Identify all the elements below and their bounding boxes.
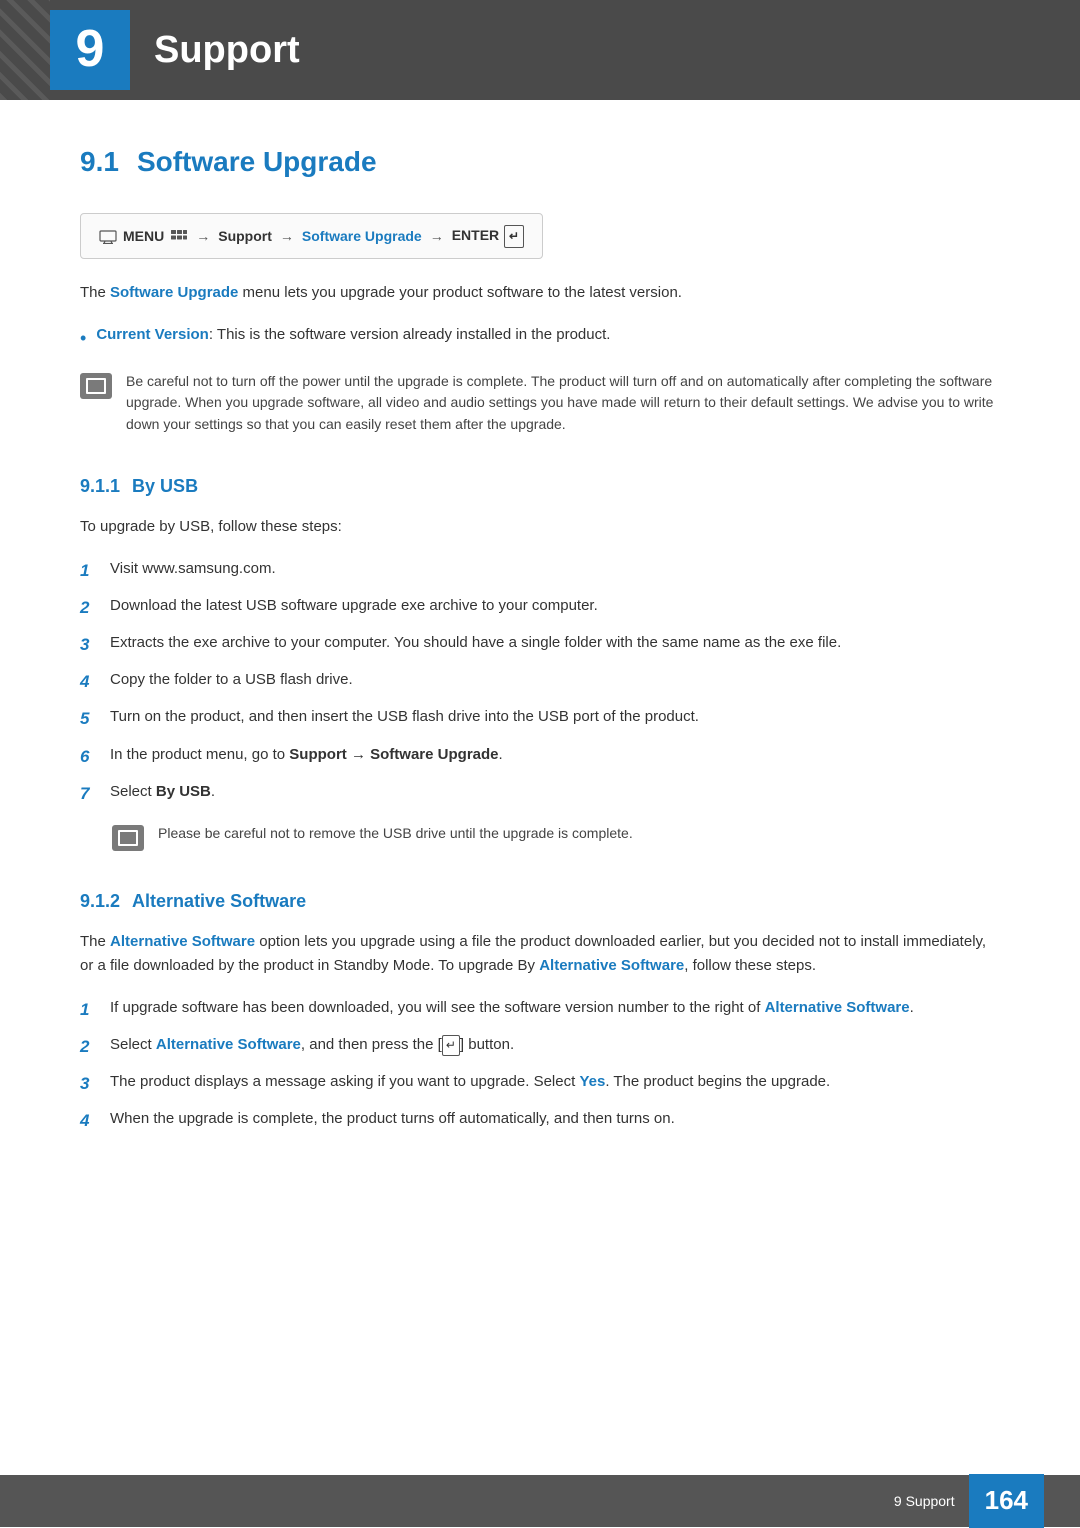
list-item: 4 Copy the folder to a USB flash drive.: [80, 668, 1000, 695]
list-item: • Current Version: This is the software …: [80, 323, 1000, 353]
enter-icon-inline: ↵: [442, 1035, 460, 1056]
list-item: 1 If upgrade software has been downloade…: [80, 996, 1000, 1023]
list-item: 4 When the upgrade is complete, the prod…: [80, 1107, 1000, 1134]
note-text-1: Be careful not to turn off the power unt…: [126, 371, 1000, 436]
alt-software-bold-1: Alternative Software: [110, 933, 255, 950]
note-icon-2: [112, 825, 144, 851]
list-item: 5 Turn on the product, and then insert t…: [80, 705, 1000, 732]
nav-software-upgrade: Software Upgrade: [302, 225, 422, 247]
footer-text: 9 Support: [894, 1490, 955, 1512]
bullet-dot: •: [80, 324, 86, 353]
section-912-desc: The Alternative Software option lets you…: [80, 930, 1000, 978]
nav-menu: MENU: [123, 225, 164, 247]
nav-arrow-2: →: [280, 225, 294, 247]
bullet-text: Current Version: This is the software ve…: [96, 323, 610, 347]
footer: 9 Support 164: [0, 1475, 1080, 1527]
section-912-title: 9.1.2 Alternative Software: [80, 887, 1000, 916]
chapter-header: 9 Support: [0, 0, 1080, 100]
alt-steps-list: 1 If upgrade software has been downloade…: [80, 996, 1000, 1135]
menu-icon: [99, 228, 117, 244]
list-item: 6 In the product menu, go to Support → S…: [80, 743, 1000, 770]
tv-icon: [99, 228, 117, 244]
list-item: 3 The product displays a message asking …: [80, 1070, 1000, 1097]
nav-arrow-1: →: [196, 225, 210, 247]
nav-arrow-3: →: [430, 225, 444, 247]
section-91-title: 9.1 Software Upgrade: [80, 140, 1000, 185]
nav-enter: ENTER ↵: [452, 224, 524, 248]
yes-bold: Yes: [579, 1073, 605, 1090]
chapter-number: 9: [50, 10, 130, 90]
main-content: 9.1 Software Upgrade MENU →: [0, 100, 1080, 1209]
list-item: 2 Select Alternative Software, and then …: [80, 1033, 1000, 1060]
list-item: 2 Download the latest USB software upgra…: [80, 594, 1000, 621]
note-icon-1: [80, 373, 112, 399]
usb-steps-list: 1 Visit www.samsung.com. 2 Download the …: [80, 557, 1000, 807]
footer-page: 164: [969, 1474, 1044, 1528]
list-item: 7 Select By USB.: [80, 780, 1000, 807]
list-item: 1 Visit www.samsung.com.: [80, 557, 1000, 584]
note-box-1: Be careful not to turn off the power unt…: [80, 371, 1000, 436]
bullet-list: • Current Version: This is the software …: [80, 323, 1000, 353]
alt-software-step1: Alternative Software: [765, 999, 910, 1016]
alt-software-step2: Alternative Software: [156, 1036, 301, 1053]
section-911-title: 9.1.1 By USB: [80, 472, 1000, 501]
section-91-desc: The Software Upgrade menu lets you upgra…: [80, 281, 1000, 305]
note-text-2: Please be careful not to remove the USB …: [158, 823, 633, 845]
nav-path: MENU → Support → Software Upgrade → ENTE…: [80, 213, 543, 259]
note-box-2: Please be careful not to remove the USB …: [112, 823, 1000, 851]
alt-software-bold-2: Alternative Software: [539, 957, 684, 974]
section-911-intro: To upgrade by USB, follow these steps:: [80, 515, 1000, 539]
grid-icon: [170, 229, 188, 243]
enter-icon: ↵: [504, 225, 524, 248]
software-upgrade-bold: Software Upgrade: [110, 284, 238, 301]
list-item: 3 Extracts the exe archive to your compu…: [80, 631, 1000, 658]
nav-support: Support: [218, 225, 272, 247]
chapter-title: Support: [154, 20, 300, 81]
